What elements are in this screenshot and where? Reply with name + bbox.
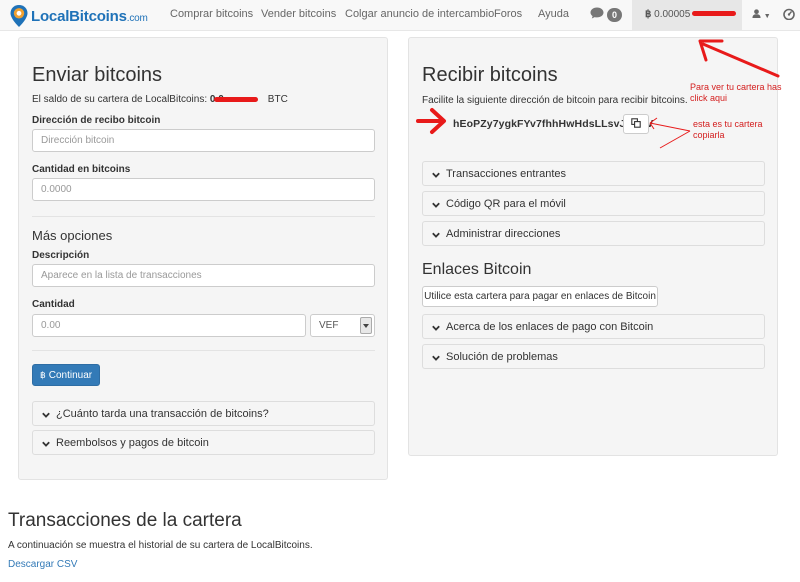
arrow-to-copy: [649, 122, 691, 132]
arrow-to-balance: [701, 42, 780, 78]
annotation-view-wallet: Para ver tu cartera has click aqui: [690, 82, 782, 103]
wallet-history-description: A continuación se muestra el historial d…: [8, 540, 313, 551]
arrow-tail-copy: [659, 130, 691, 149]
annotation-arrows: [416, 39, 780, 149]
annotation-copy-wallet: esta es tu cartera copiarla: [693, 119, 763, 140]
download-csv-link[interactable]: Descargar CSV: [8, 559, 77, 570]
wallet-transactions-title: Transacciones de la cartera: [8, 510, 242, 531]
